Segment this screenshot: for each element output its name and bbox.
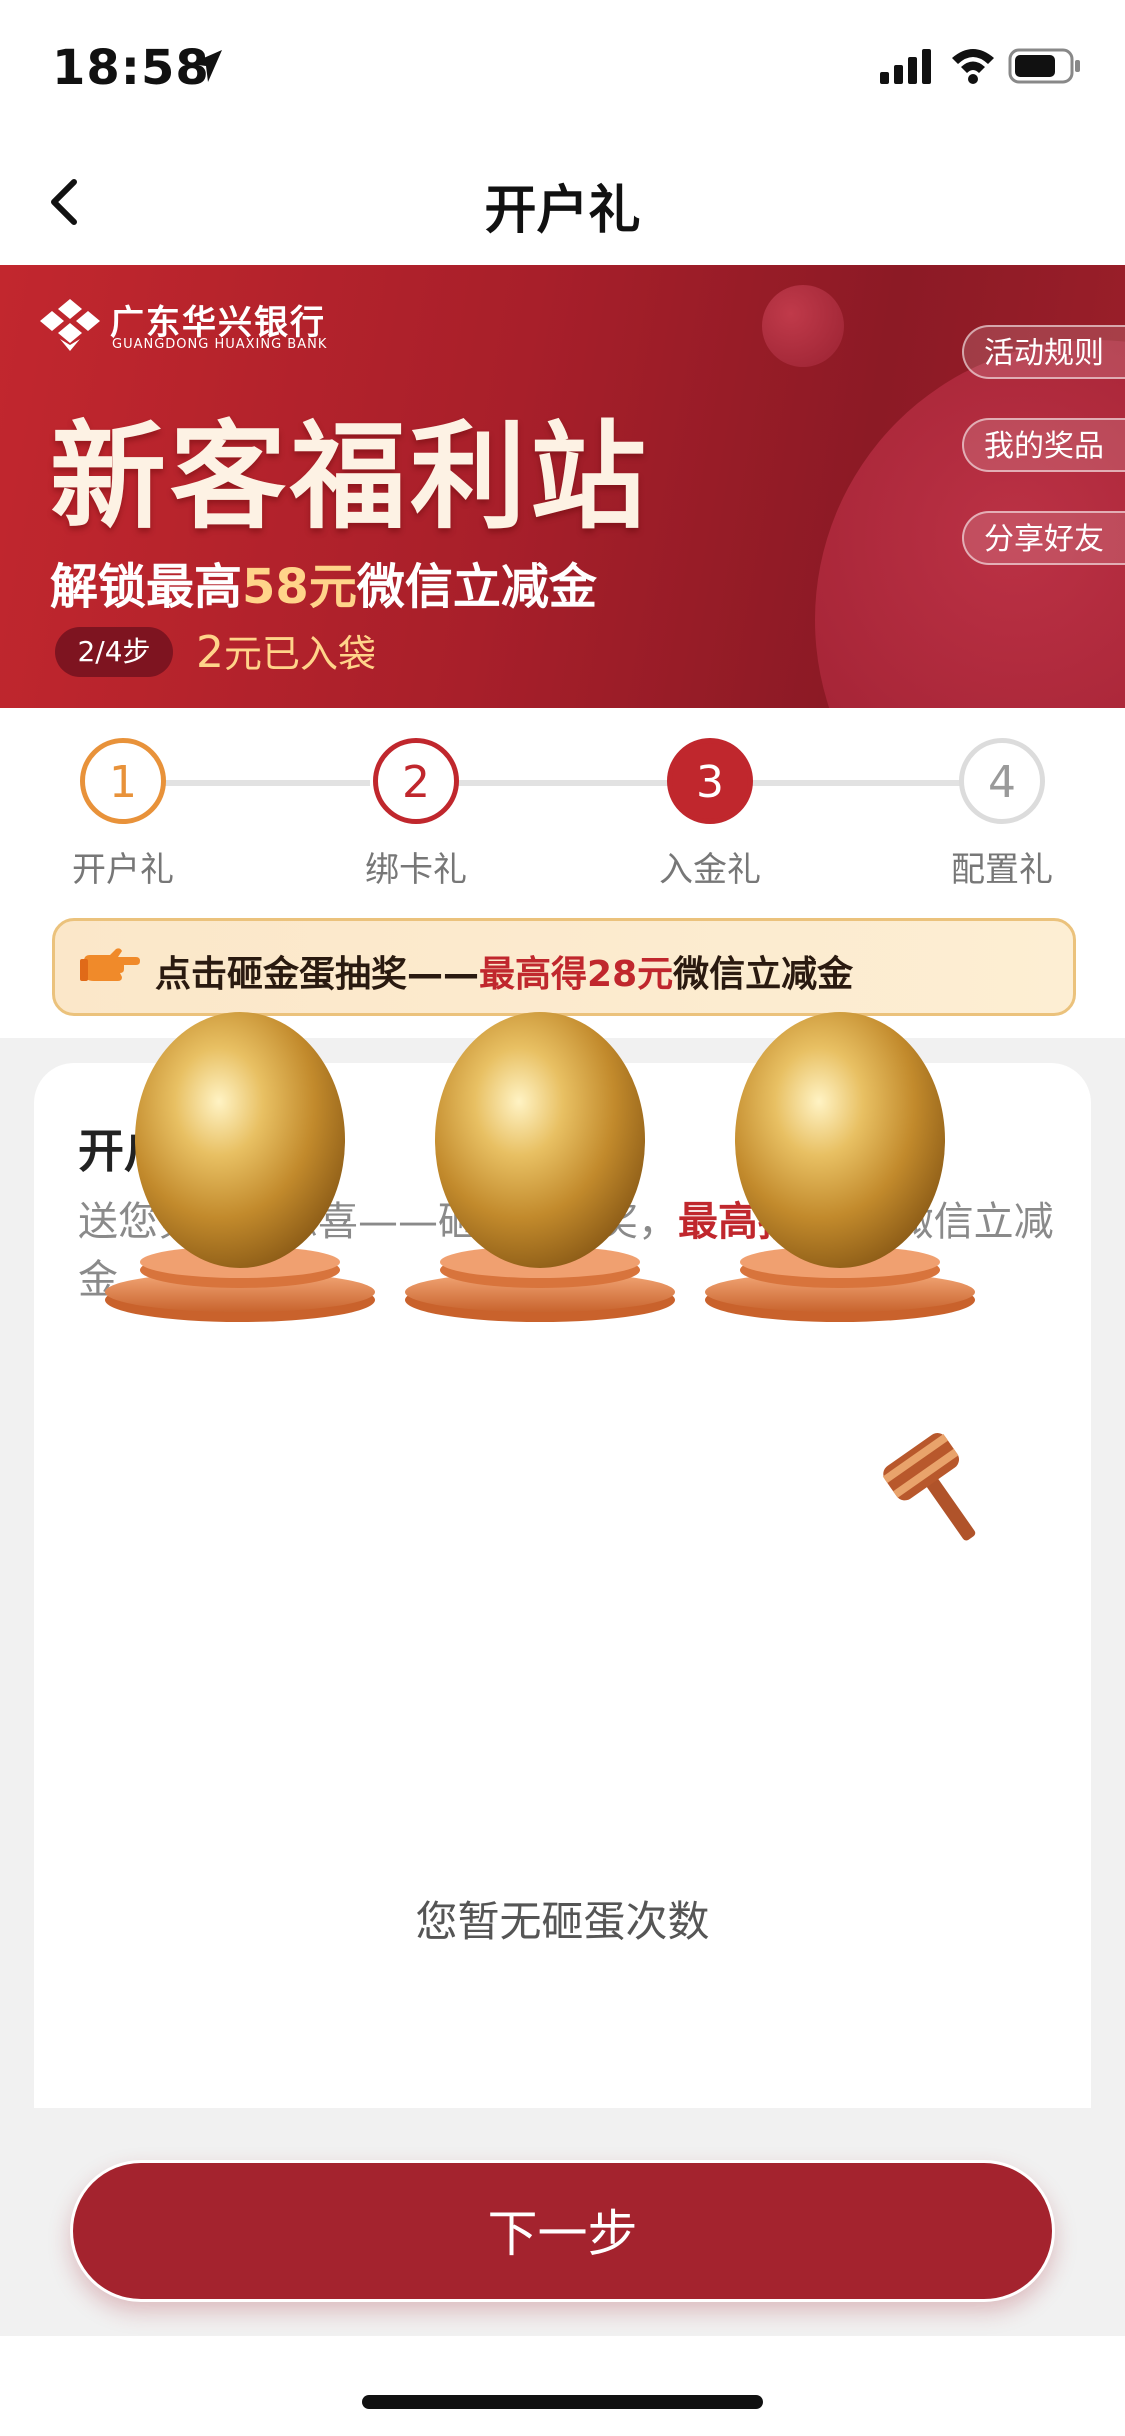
step-4[interactable]: 4 配置礼 [922, 738, 1082, 891]
step-2-number: 2 [373, 738, 459, 824]
step-4-number: 4 [959, 738, 1045, 824]
golden-egg-1[interactable] [100, 1000, 380, 1330]
step-1-label: 开户礼 [72, 850, 174, 890]
status-bar: 18:58 [0, 0, 1125, 140]
next-step-button[interactable]: 下一步 [70, 2160, 1055, 2302]
tip-text-pre: 点击砸金蛋抽奖—— [155, 954, 480, 995]
my-prizes-button[interactable]: 我的奖品 [962, 418, 1125, 472]
step-2[interactable]: 2 绑卡礼 [336, 738, 496, 891]
step-2-label: 绑卡礼 [365, 850, 467, 890]
signal-icon [880, 49, 931, 84]
banner-subtitle-pre: 解锁最高 [50, 559, 243, 615]
bank-logo-icon [40, 299, 100, 351]
step-4-label: 配置礼 [951, 850, 1053, 890]
reward-earned-text: 2元已入袋 [196, 623, 376, 678]
hammer-icon [882, 1433, 976, 1541]
nav-bar: 开户礼 [0, 140, 1125, 265]
promo-banner: 广东华兴银行 GUANGDONG HUAXING BANK 新客福利站 解锁最高… [0, 265, 1125, 708]
tip-text-post: 微信立减金 [673, 954, 854, 995]
status-time: 18:58 [52, 40, 210, 96]
step-3[interactable]: 3 入金礼 [630, 738, 790, 891]
share-friends-button[interactable]: 分享好友 [962, 511, 1125, 565]
golden-egg-2[interactable] [400, 1000, 680, 1330]
banner-subtitle-post: 微信立减金 [356, 559, 597, 615]
reward-earned-label: 元已入袋 [224, 632, 377, 676]
golden-egg-3[interactable] [700, 1000, 980, 1330]
tip-text-highlight: 最高得28元 [479, 954, 674, 995]
step-1[interactable]: 1 开户礼 [43, 738, 203, 891]
reward-earned-amount: 2 [196, 627, 224, 678]
tip-text: 点击砸金蛋抽奖——最高得28元微信立减金 [155, 945, 853, 997]
step-progress-pill: 2/4步 [55, 627, 173, 677]
banner-title: 新客福利站 [50, 410, 650, 545]
home-indicator[interactable] [362, 2395, 763, 2409]
pointing-hand-icon [80, 948, 140, 981]
wifi-icon [952, 49, 994, 84]
location-arrow-icon [190, 50, 222, 82]
page-title: 开户礼 [484, 181, 641, 241]
banner-subtitle: 解锁最高58元微信立减金 [50, 547, 597, 617]
banner-subtitle-amount: 58元 [242, 559, 357, 615]
battery-icon [1008, 48, 1080, 84]
bank-name-en: GUANGDONG HUAXING BANK [112, 337, 328, 352]
step-1-number: 1 [80, 738, 166, 824]
egg-attempts-status: 您暂无砸蛋次数 [415, 1897, 710, 1946]
activity-rules-button[interactable]: 活动规则 [962, 325, 1125, 379]
step-3-number: 3 [667, 738, 753, 824]
step-3-label: 入金礼 [659, 850, 761, 890]
decor-circle-small [762, 285, 844, 367]
